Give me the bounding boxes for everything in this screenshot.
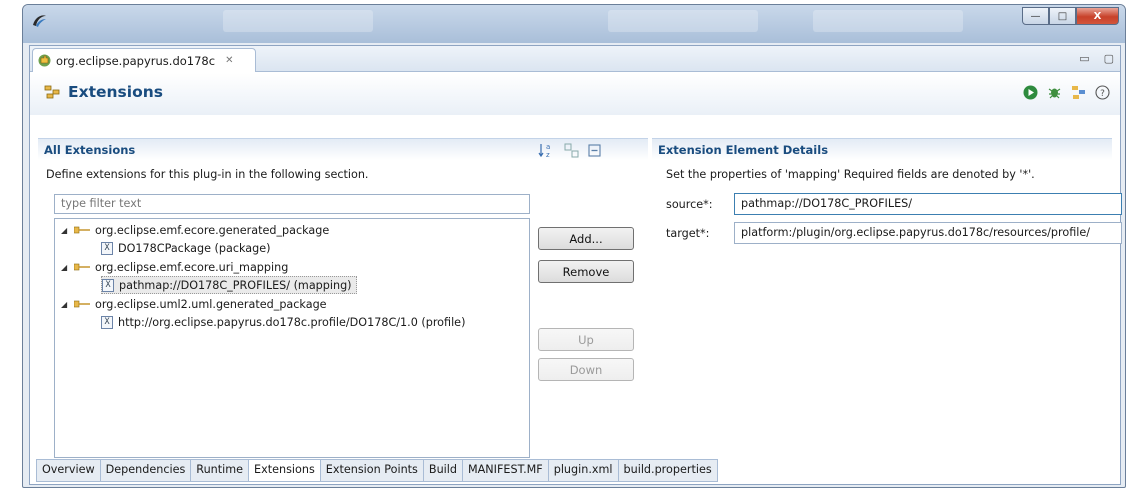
background-tab [813,10,963,32]
editor-tab-title: org.eclipse.papyrus.do178c [56,53,216,68]
tab-overview[interactable]: Overview [36,460,101,482]
debug-icon[interactable] [1047,85,1062,100]
section-title: All Extensions [44,143,136,157]
editor-tab-bar: org.eclipse.papyrus.do178c ✕ ▭ ▢ [30,46,1120,72]
svg-text:a: a [546,143,550,151]
tree-node-label: org.eclipse.emf.ecore.generated_package [95,223,330,237]
maximize-view-icon[interactable]: ▢ [1104,52,1114,65]
section-extension-element-details[interactable]: Extension Element Details [652,138,1112,160]
tree-node[interactable]: ◢ org.eclipse.emf.ecore.generated_packag… [61,221,329,239]
tab-dependencies[interactable]: Dependencies [100,460,192,482]
tree-node-selected[interactable]: X pathmap://DO178C_PROFILES/ (mapping) [101,276,357,294]
sort-alpha-icon[interactable]: a z [538,142,556,158]
header-toolbar: ? [1023,85,1110,100]
tree-node[interactable]: X http://org.eclipse.papyrus.do178c.prof… [101,313,465,331]
extensions-tree[interactable]: ◢ org.eclipse.emf.ecore.generated_packag… [54,218,530,458]
svg-text:?: ? [1100,89,1105,99]
tab-build[interactable]: Build [423,460,463,482]
collapse-all-icon[interactable] [587,143,602,158]
background-tab [608,10,758,32]
xml-element-icon: X [101,315,113,329]
target-field[interactable]: platform:/plugin/org.eclipse.papyrus.do1… [734,222,1122,244]
maximize-button[interactable]: □ [1049,7,1076,25]
tree-node-label: DO178CPackage (package) [118,241,271,255]
source-label: source*: [666,198,713,211]
expanded-arrow-icon[interactable]: ◢ [61,300,69,309]
xml-element-icon: X [102,278,114,292]
view-controls: ▭ ▢ [1079,52,1114,65]
tab-manifest[interactable]: MANIFEST.MF [462,460,549,482]
tree-node[interactable]: ◢ org.eclipse.uml2.uml.generated_package [61,295,327,313]
extensions-icon[interactable] [1071,85,1086,100]
extension-point-icon [74,263,90,271]
page-title-text: Extensions [68,83,163,101]
close-icon[interactable]: ✕ [225,55,233,66]
form-header: Extensions ? [30,73,1120,115]
tab-runtime[interactable]: Runtime [191,460,250,482]
extension-point-icon [74,300,90,308]
tree-node-label: org.eclipse.uml2.uml.generated_package [95,297,327,311]
section-title: Extension Element Details [658,143,829,157]
xml-element-icon: X [101,241,113,255]
tab-build-properties[interactable]: build.properties [618,460,718,482]
section-description: Set the properties of 'mapping' Required… [666,168,1035,181]
filter-input[interactable]: type filter text [54,194,530,214]
tree-node-label: http://org.eclipse.papyrus.do178c.profil… [118,315,466,329]
section-toolbar: a z [538,142,602,158]
minimize-view-icon[interactable]: ▭ [1079,52,1089,65]
tree-node-label: org.eclipse.emf.ecore.uri_mapping [95,260,289,274]
filter-placeholder: type filter text [61,197,142,210]
title-bar[interactable]: — □ X [23,5,1125,43]
application-window: — □ X org.eclipse.papyrus.do178c ✕ ▭ ▢ E… [22,4,1126,488]
help-icon[interactable]: ? [1095,85,1110,100]
window-controls: — □ X [1022,7,1119,25]
tree-node[interactable]: X DO178CPackage (package) [101,239,270,257]
up-button[interactable]: Up [538,328,634,351]
source-field[interactable]: pathmap://DO178C_PROFILES/ [734,193,1122,215]
close-button[interactable]: X [1076,7,1119,25]
down-button[interactable]: Down [538,358,634,381]
expand-all-icon[interactable] [564,143,579,158]
page-title: Extensions [44,83,163,101]
minimize-button[interactable]: — [1022,7,1049,25]
tree-node-label: pathmap://DO178C_PROFILES/ (mapping) [119,278,352,292]
remove-button[interactable]: Remove [538,260,634,283]
target-label: target*: [666,227,710,240]
extension-point-icon [74,226,90,234]
extensions-icon [44,85,60,99]
tree-node[interactable]: ◢ org.eclipse.emf.ecore.uri_mapping [61,258,288,276]
tab-plugin-xml[interactable]: plugin.xml [548,460,619,482]
background-tab [223,10,373,32]
eclipse-logo-icon [33,15,46,27]
tab-extensions[interactable]: Extensions [249,460,321,482]
editor-area: org.eclipse.papyrus.do178c ✕ ▭ ▢ Extensi… [29,45,1122,485]
plugin-manifest-icon [38,54,51,67]
tab-extension-points[interactable]: Extension Points [320,460,424,482]
svg-text:z: z [546,151,550,158]
add-button[interactable]: Add... [538,227,634,250]
section-description: Define extensions for this plug-in in th… [46,168,369,181]
expanded-arrow-icon[interactable]: ◢ [61,263,69,272]
run-icon[interactable] [1023,85,1038,100]
editor-page-tabs: Overview Dependencies Runtime Extensions… [36,459,718,482]
editor-tab[interactable]: org.eclipse.papyrus.do178c ✕ [32,48,256,72]
expanded-arrow-icon[interactable]: ◢ [61,226,69,235]
